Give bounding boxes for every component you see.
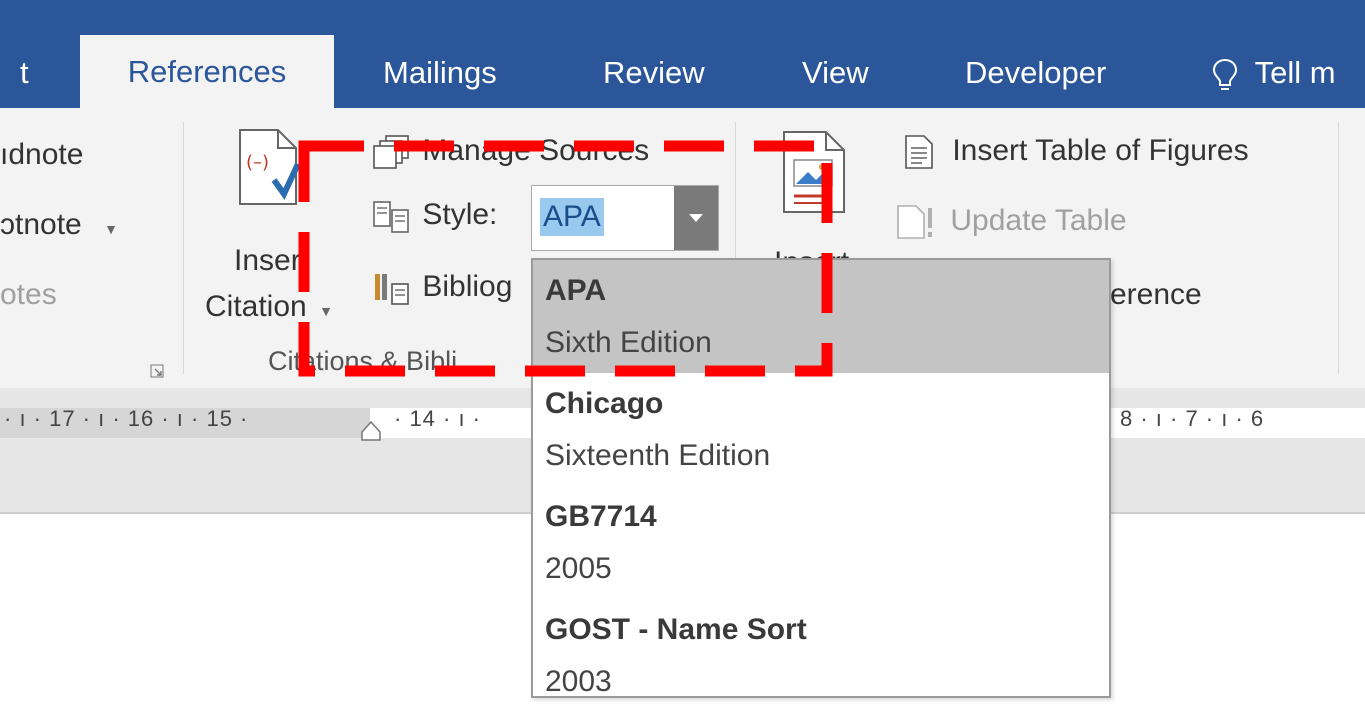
insert-citation-icon: (–) [238,128,300,206]
ruler-numbers-mid: · 14 · ı · [394,406,482,431]
style-option-edition: Sixteenth Edition [545,439,771,472]
update-table-icon [896,204,938,240]
tab-layout-partial[interactable]: t [20,0,29,108]
style-option-gost-name-sort[interactable]: GOST - Name Sort 2003 [533,599,1109,712]
insert-caption-icon [782,130,846,214]
style-combo-box[interactable]: APA [531,185,719,251]
table-of-figures-icon [904,134,936,170]
bibliography-icon [372,270,412,306]
dialog-launcher-icon[interactable] [150,364,164,378]
chevron-down-icon: ▼ [319,303,333,319]
style-option-name: GOST - Name Sort [545,613,807,646]
insert-table-of-figures-label: Insert Table of Figures [952,134,1249,167]
tab-mailings[interactable]: Mailings [383,0,497,108]
insert-endnote-button[interactable]: ıdnote [0,138,83,172]
cross-reference-button[interactable]: erence [1110,278,1202,312]
tell-me-label: Tell m [1254,55,1336,90]
bibliography-label: Bibliog [422,270,513,303]
tab-developer[interactable]: Developer [965,0,1106,108]
citations-group-label: Citations & Bibli [268,346,458,376]
insert-citation-button[interactable]: (–) Insert Citation ▼ [200,122,333,332]
update-table-label: Update Table [950,204,1127,237]
group-separator [183,122,184,374]
style-option-gb7714[interactable]: GB7714 2005 [533,486,1109,599]
manage-sources-icon [372,134,412,170]
style-option-edition: Sixth Edition [545,326,712,359]
style-icon [372,198,412,234]
insert-table-of-figures-button[interactable]: Insert Table of Figures [904,134,1249,170]
style-option-edition: 2005 [545,552,612,585]
ruler-numbers-right: 8 · ı · 7 · ı · 6 [1120,406,1265,431]
tab-view[interactable]: View [802,0,869,108]
ruler-numbers-left: · ı · 17 · ı · 16 · ı · 15 · [4,406,249,431]
ribbon-tab-bar: t References Mailings Review View Develo… [0,0,1365,108]
group-separator [1338,122,1339,374]
manage-sources-button[interactable]: Manage Sources [372,134,649,170]
style-label: Style: [422,198,498,231]
insert-caption-button[interactable]: Insert [768,122,868,272]
citation-label: Citation [205,290,307,323]
style-option-apa[interactable]: APA Sixth Edition [533,260,1109,373]
style-option-name: APA [545,274,607,307]
style-option-name: GB7714 [545,500,657,533]
style-combo-value[interactable]: APA [540,198,604,236]
tab-review[interactable]: Review [603,0,705,108]
tab-references[interactable]: References [80,35,334,108]
style-option-chicago[interactable]: Chicago Sixteenth Edition [533,373,1109,486]
next-footnote-button[interactable]: ɔtnote ▼ [0,208,118,242]
next-footnote-label: ɔtnote [0,208,82,241]
manage-sources-label: Manage Sources [422,134,650,167]
style-dropdown-button[interactable] [674,186,718,250]
show-notes-button[interactable]: otes [0,278,57,312]
style-option-edition: 2003 [545,665,612,698]
svg-text:(–): (–) [246,152,269,173]
indent-marker-icon[interactable] [360,420,382,442]
tell-me-search[interactable]: Tell m [1212,0,1336,108]
insert-citation-label-line2: Citation ▼ [205,290,333,324]
update-table-button[interactable]: Update Table [896,204,1127,240]
bibliography-button[interactable]: Bibliog [372,270,512,306]
lightbulb-icon [1212,58,1238,92]
style-label-group: Style: [372,198,497,234]
style-dropdown-list: APA Sixth Edition Chicago Sixteenth Edit… [531,258,1111,698]
style-option-name: Chicago [545,387,664,420]
chevron-down-icon [689,214,703,222]
chevron-down-icon: ▼ [104,221,118,237]
insert-citation-label-line1: Insert [234,244,310,277]
